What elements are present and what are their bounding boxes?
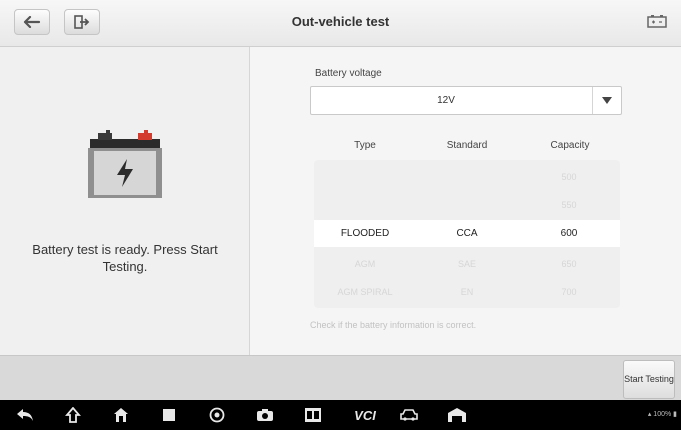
display-icon[interactable]: [304, 406, 322, 424]
table-row[interactable]: 500: [314, 163, 620, 190]
vci-icon[interactable]: VCI: [350, 406, 380, 424]
column-standard: Standard: [446, 140, 488, 151]
table-row[interactable]: AGM SPIRAL EN 700: [314, 278, 620, 305]
battery-percent: 100%: [653, 411, 672, 418]
ready-message: Battery test is ready. Press Start Testi…: [32, 242, 218, 274]
table-row-selected[interactable]: FLOODED CCA 600: [314, 220, 620, 247]
camera-icon[interactable]: [256, 406, 274, 424]
voltage-select[interactable]: 12V: [310, 86, 622, 115]
battery-level-icon: ▮: [671, 411, 677, 418]
table-row[interactable]: 550: [314, 191, 620, 218]
battery-icon: [80, 129, 170, 210]
battery-status-icon: [647, 14, 667, 33]
page-title: Out-vehicle test: [291, 14, 390, 29]
car-icon[interactable]: [400, 406, 418, 424]
column-capacity: Capacity: [550, 140, 590, 151]
repair-shop-icon[interactable]: [446, 406, 468, 424]
column-type: Type: [354, 140, 376, 151]
table-row[interactable]: AGM SAE 650: [314, 250, 620, 277]
up-icon[interactable]: [64, 406, 82, 424]
voltage-label: Battery voltage: [315, 68, 382, 79]
home-icon[interactable]: [112, 406, 130, 424]
status-indicators: ▴ 100% ▮: [648, 410, 677, 418]
action-bar: Start Testing: [0, 355, 681, 401]
vci-label: VCI: [354, 407, 376, 423]
recent-apps-icon[interactable]: [160, 406, 178, 424]
top-bar: Out-vehicle test: [0, 0, 681, 47]
start-testing-button[interactable]: Start Testing: [623, 360, 675, 399]
back-icon[interactable]: [16, 406, 34, 424]
dropdown-arrow-icon[interactable]: [592, 87, 621, 114]
left-panel: Battery test is ready. Press Start Testi…: [0, 47, 250, 355]
hint-text: Check if the battery information is corr…: [310, 320, 477, 330]
voltage-value: 12V: [437, 95, 455, 106]
battery-table[interactable]: 500 550 FLOODED CCA 600 AGM SAE 650 AGM …: [314, 160, 620, 308]
browser-icon[interactable]: [208, 406, 226, 424]
right-panel: Battery voltage 12V Type Standard Capaci…: [250, 47, 681, 355]
system-nav-bar: VCI ▴ 100% ▮: [0, 400, 681, 430]
